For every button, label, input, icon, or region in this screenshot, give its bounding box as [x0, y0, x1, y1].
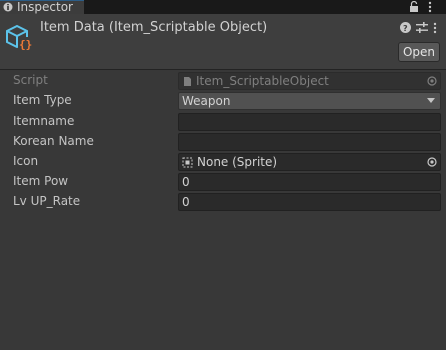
object-picker-icon — [427, 76, 437, 86]
field-row-itemname: Itemname — [0, 112, 446, 132]
svg-text:?: ? — [403, 24, 408, 33]
field-label: Korean Name — [13, 134, 94, 148]
field-label: Script — [13, 73, 48, 87]
field-value: None (Sprite) — [197, 155, 278, 169]
field-row-item-type: Item Type Weapon — [0, 91, 446, 111]
kebab-menu-icon[interactable] — [432, 22, 438, 34]
chevron-down-icon — [427, 98, 435, 103]
scriptable-object-icon: {} — [6, 24, 32, 51]
field-label: Item Pow — [13, 174, 69, 188]
lock-icon[interactable] — [409, 1, 419, 12]
field-label: Itemname — [13, 114, 75, 128]
field-value: Item_ScriptableObject — [196, 74, 329, 88]
object-title: Item Data (Item_Scriptable Object) — [40, 20, 268, 35]
itemname-input[interactable] — [178, 113, 441, 131]
field-label: Lv UP_Rate — [13, 194, 81, 208]
svg-text:{}: {} — [19, 38, 32, 51]
field-row-item-pow: Item Pow 0 — [0, 172, 446, 192]
field-label: Item Type — [13, 93, 72, 107]
script-file-icon — [184, 77, 191, 86]
field-value: 0 — [182, 175, 190, 189]
tab-label: Inspector — [17, 0, 73, 14]
object-picker-icon[interactable] — [427, 157, 437, 167]
icon-object-field[interactable]: None (Sprite) — [178, 153, 441, 171]
tab-inspector[interactable]: Inspector — [0, 0, 84, 14]
korean-name-input[interactable] — [178, 133, 441, 151]
tab-bar: Inspector — [0, 0, 446, 14]
lv-up-rate-input[interactable]: 0 — [178, 193, 441, 211]
inspector-header: {} Item Data (Item_Scriptable Object) ? … — [0, 14, 446, 70]
script-field: Item_ScriptableObject — [178, 72, 441, 90]
help-icon[interactable]: ? — [400, 22, 411, 33]
open-button[interactable]: Open — [398, 42, 440, 62]
field-row-lv-up-rate: Lv UP_Rate 0 — [0, 192, 446, 212]
inspector-info-icon — [3, 2, 13, 12]
sprite-icon — [182, 157, 193, 168]
field-row-korean-name: Korean Name — [0, 132, 446, 152]
item-type-dropdown[interactable]: Weapon — [178, 92, 441, 110]
field-value: 0 — [182, 195, 190, 209]
preset-sliders-icon[interactable] — [416, 22, 428, 33]
field-value: Weapon — [182, 94, 231, 108]
field-label: Icon — [13, 154, 39, 168]
item-pow-input[interactable]: 0 — [178, 173, 441, 191]
field-row-script: Script Item_ScriptableObject — [0, 71, 446, 91]
kebab-menu-icon[interactable] — [427, 1, 433, 13]
field-row-icon: Icon None (Sprite) — [0, 152, 446, 172]
